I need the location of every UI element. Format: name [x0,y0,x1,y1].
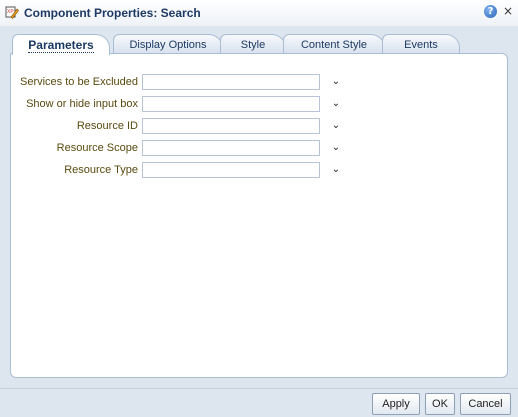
resource-scope-input[interactable] [142,140,320,156]
ok-button[interactable]: OK [425,393,455,415]
services-excluded-input[interactable] [142,74,320,90]
resource-type-input[interactable] [142,162,320,178]
chevron-down-icon[interactable]: ⌄ [330,162,342,178]
form-row-resource-scope: Resource Scope ⌄ [11,140,507,158]
chevron-down-icon[interactable]: ⌄ [330,118,342,134]
cancel-button[interactable]: Cancel [460,393,511,415]
resource-id-input[interactable] [142,118,320,134]
chevron-down-icon[interactable]: ⌄ [330,74,342,90]
tab-content-style[interactable]: Content Style [283,34,385,54]
field-label: Services to be Excluded [19,76,138,88]
help-icon[interactable]: ? [484,5,497,18]
field-label: Resource Scope [56,142,138,154]
dialog-title: Component Properties: Search [24,6,201,20]
field-label: Resource Type [64,164,138,176]
divider [0,388,518,389]
tab-label: Content Style [300,39,368,51]
tab-events[interactable]: Events [382,34,460,54]
tab-style[interactable]: Style [220,34,286,54]
tab-label: Style [240,39,266,51]
tab-display-options[interactable]: Display Options [113,34,223,54]
parameters-panel: Services to be Excluded ⌄ Show or hide i… [10,53,508,378]
chevron-down-icon[interactable]: ⌄ [330,140,342,156]
title-bar: XP Component Properties: Search ? × [0,0,518,26]
tab-parameters[interactable]: Parameters [12,34,110,55]
show-hide-input-box-input[interactable] [142,96,320,112]
tab-label: Events [404,39,438,51]
tab-label: Display Options [129,39,207,51]
form-row-resource-type: Resource Type ⌄ [11,162,507,180]
close-icon[interactable]: × [502,4,514,18]
field-label: Resource ID [76,120,138,132]
pencil-edit-icon: XP [5,6,19,19]
form-row-resource-id: Resource ID ⌄ [11,118,507,136]
tab-strip: Parameters Display Options Style Content… [0,34,518,55]
field-label: Show or hide input box [26,98,138,110]
form-row-show-hide-input: Show or hide input box ⌄ [11,96,507,114]
tab-label: Parameters [28,38,94,53]
form-row-services-excluded: Services to be Excluded ⌄ [11,74,507,92]
chevron-down-icon[interactable]: ⌄ [330,96,342,112]
apply-button[interactable]: Apply [372,393,420,415]
dialog-footer: Apply OK Cancel [0,388,518,417]
